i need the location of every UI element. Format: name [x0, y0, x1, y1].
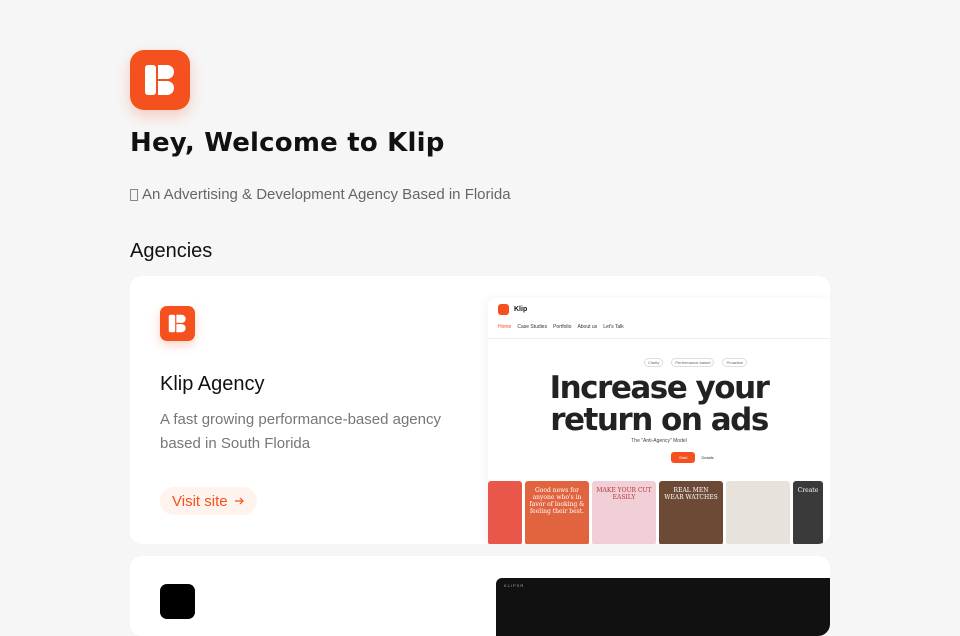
page-subtitle: An Advertising & Development Agency Base…	[130, 186, 511, 203]
preview-chips: Clarity Performance-based Proactive	[644, 358, 748, 367]
subtitle-text: An Advertising & Development Agency Base…	[142, 186, 511, 203]
agency-card[interactable]: Klip Agency A fast growing performance-b…	[130, 276, 830, 544]
preview-chip: Performance-based	[671, 358, 715, 367]
preview-nav: Home Case Studies Portfolio About us Let…	[498, 324, 624, 330]
preview-primary-button: Start	[671, 452, 696, 463]
preview-logo-icon	[498, 304, 509, 315]
missing-glyph-icon	[130, 188, 138, 201]
preview-nav-item: Let's Talk	[603, 324, 624, 330]
preview-tagline: The "Anti-Agency" Model	[631, 438, 687, 444]
visit-site-button[interactable]: Visit site	[160, 487, 257, 515]
klip-logo-icon	[160, 306, 195, 341]
preview-divider	[488, 338, 830, 339]
preview-tile: Create	[793, 481, 823, 544]
preview-nav-item: About us	[577, 324, 598, 330]
preview-nav-item: Home	[498, 324, 512, 330]
site-preview: KLIPSR	[496, 578, 830, 636]
preview-chip: Clarity	[644, 358, 664, 367]
preview-headline-line1: Increase your	[549, 370, 770, 406]
agency-description: A fast growing performance-based agency …	[160, 411, 441, 452]
arrow-right-icon	[234, 493, 245, 510]
preview-tile	[488, 481, 522, 544]
preview-tile: MAKE YOUR CUT EASILY	[592, 481, 656, 544]
preview-tile	[726, 481, 790, 544]
preview-brand: Klip	[514, 306, 528, 313]
agency-logo-icon	[160, 584, 195, 619]
section-title: Agencies	[130, 240, 213, 262]
agency-card[interactable]: KLIPSR	[130, 556, 830, 636]
preview-brand: KLIPSR	[504, 583, 525, 588]
klip-logo-icon	[130, 50, 190, 110]
visit-site-label: Visit site	[172, 492, 228, 510]
preview-tile: REAL MEN WEAR WATCHES	[659, 481, 723, 544]
agency-name: Klip Agency	[160, 373, 265, 395]
preview-tiles: Good news for anyone who's in favor of l…	[488, 481, 823, 544]
preview-headline-line2: return on ads	[550, 402, 769, 438]
preview-tile: Good news for anyone who's in favor of l…	[525, 481, 589, 544]
page-title: Hey, Welcome to Klip	[130, 128, 445, 158]
site-preview: Klip Home Case Studies Portfolio About u…	[488, 298, 830, 544]
preview-nav-item: Portfolio	[553, 324, 572, 330]
preview-secondary-button: Details	[701, 455, 714, 460]
preview-chip: Proactive	[722, 358, 748, 367]
preview-nav-item: Case Studies	[517, 324, 548, 330]
